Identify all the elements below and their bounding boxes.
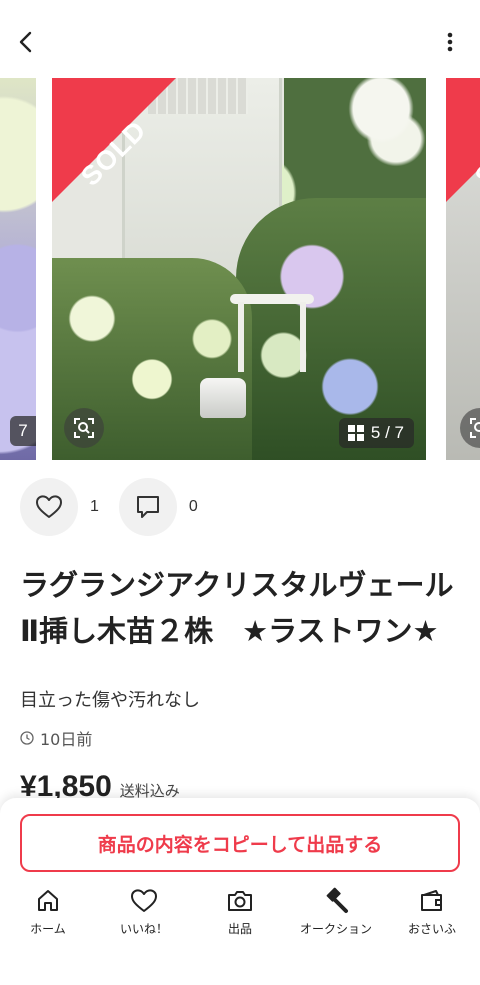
- like-count: 1: [90, 498, 99, 515]
- vertical-dots-icon: [447, 32, 453, 52]
- photo-watering-can: [200, 378, 246, 418]
- nav-label-wallet: おさいふ: [407, 922, 456, 936]
- nav-item-sell[interactable]: 出品: [192, 886, 288, 946]
- copy-listing-button[interactable]: 商品の内容をコピーして出品する: [20, 814, 460, 872]
- comment-icon: [136, 496, 159, 518]
- image-counter[interactable]: 5 / 7: [338, 418, 414, 448]
- carousel-prev-image[interactable]: 7: [0, 78, 36, 460]
- sold-label: SOLD: [75, 114, 153, 192]
- comment-count: 0: [188, 498, 198, 515]
- nav-item-wallet[interactable]: おさいふ: [384, 886, 480, 946]
- heart-icon: [129, 886, 159, 916]
- nav-label-likes: いいね！: [119, 922, 168, 936]
- image-counter: 7: [10, 416, 36, 446]
- image-search-icon: [74, 418, 94, 438]
- nav-label-home: ホーム: [30, 922, 66, 936]
- product-photo: [0, 78, 36, 460]
- heart-icon: [36, 495, 62, 518]
- image-counter-text: 5 / 7: [370, 423, 404, 442]
- nav-label-sell: 出品: [227, 922, 252, 936]
- product-title: ラグランジアクリスタルヴェールⅡ挿し木苗２株 ★ラストワン★: [20, 568, 454, 648]
- top-bar: [0, 0, 480, 80]
- nav-item-likes[interactable]: いいね！: [96, 886, 192, 946]
- gavel-icon: [321, 886, 351, 916]
- grid-icon: [347, 425, 364, 441]
- nav-item-home[interactable]: ホーム: [0, 886, 96, 946]
- wallet-icon: [417, 886, 447, 916]
- image-search-button[interactable]: [64, 408, 104, 448]
- posted-time-text: 10日前: [40, 730, 93, 749]
- photo-stool-leg: [238, 302, 244, 372]
- sold-badge: SOLD: [52, 78, 176, 202]
- bottom-panel: 商品の内容をコピーして出品する ホーム いいね！ 出品 オークション おさいふ: [0, 798, 480, 985]
- camera-icon: [225, 886, 255, 916]
- nav-item-auction[interactable]: オークション: [288, 886, 384, 946]
- clock-icon: [20, 731, 34, 745]
- posted-time: 10日前: [20, 726, 92, 750]
- comment-button[interactable]: [118, 478, 177, 536]
- sold-label: SOLD: [469, 114, 480, 192]
- home-icon: [33, 886, 63, 916]
- carousel-next-image[interactable]: SOLD: [446, 78, 480, 460]
- image-search-icon: [470, 418, 480, 438]
- photo-stool-leg: [300, 302, 306, 372]
- sold-badge: SOLD: [446, 78, 480, 202]
- bottom-nav: ホーム いいね！ 出品 オークション おさいふ: [0, 886, 480, 946]
- like-button[interactable]: [20, 478, 78, 536]
- nav-label-auction: オークション: [299, 922, 372, 936]
- carousel-current-image[interactable]: SOLD 5 / 7: [52, 78, 426, 460]
- chevron-left-icon: [19, 31, 32, 53]
- back-button[interactable]: [10, 26, 42, 58]
- social-actions: 1 0: [20, 478, 218, 536]
- more-options-button[interactable]: [436, 26, 464, 58]
- product-condition: 目立った傷や汚れなし: [20, 690, 200, 711]
- image-carousel[interactable]: 7 SOLD 5 / 7 SOLD: [0, 78, 480, 460]
